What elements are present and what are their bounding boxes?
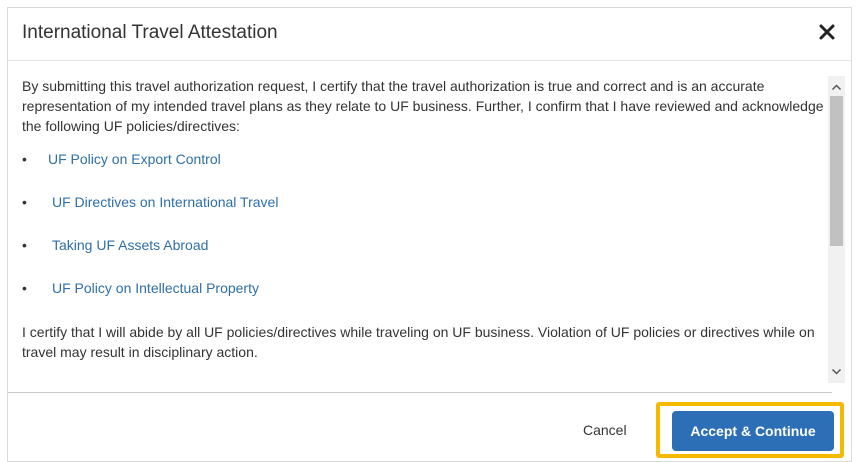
list-item: • UF Policy on Export Control	[22, 136, 835, 179]
scroll-up-button[interactable]	[828, 79, 845, 96]
intellectual-property-link[interactable]: UF Policy on Intellectual Property	[52, 278, 259, 298]
dialog-header: International Travel Attestation	[8, 8, 851, 61]
closing-text: I certify that I will abide by all UF po…	[22, 324, 815, 360]
chevron-up-icon	[831, 84, 842, 91]
attestation-dialog: International Travel Attestation By subm…	[7, 7, 852, 462]
footer-divider	[8, 392, 832, 393]
intro-text: By submitting this travel authorization …	[22, 78, 824, 134]
bullet: •	[22, 280, 27, 296]
dialog-title: International Travel Attestation	[22, 22, 278, 43]
bullet: •	[22, 237, 27, 253]
cancel-button[interactable]: Cancel	[583, 422, 627, 438]
international-travel-link[interactable]: UF Directives on International Travel	[52, 192, 278, 212]
uf-assets-link[interactable]: Taking UF Assets Abroad	[52, 235, 208, 255]
list-item: • UF Directives on International Travel	[22, 179, 835, 222]
bullet: •	[22, 151, 27, 167]
policy-link-list: • UF Policy on Export Control • UF Direc…	[22, 136, 835, 308]
bullet: •	[22, 194, 27, 210]
close-button[interactable]	[815, 20, 839, 44]
accept-continue-button[interactable]: Accept & Continue	[672, 411, 834, 451]
scroll-thumb[interactable]	[830, 96, 843, 246]
body-scrollbar[interactable]	[828, 76, 845, 383]
scroll-down-button[interactable]	[828, 363, 845, 380]
list-item: • UF Policy on Intellectual Property	[22, 265, 835, 308]
list-item: • Taking UF Assets Abroad	[22, 222, 835, 265]
export-control-link[interactable]: UF Policy on Export Control	[48, 149, 221, 169]
chevron-down-icon	[831, 368, 842, 375]
dialog-body: By submitting this travel authorization …	[22, 76, 835, 383]
close-icon	[819, 24, 835, 40]
